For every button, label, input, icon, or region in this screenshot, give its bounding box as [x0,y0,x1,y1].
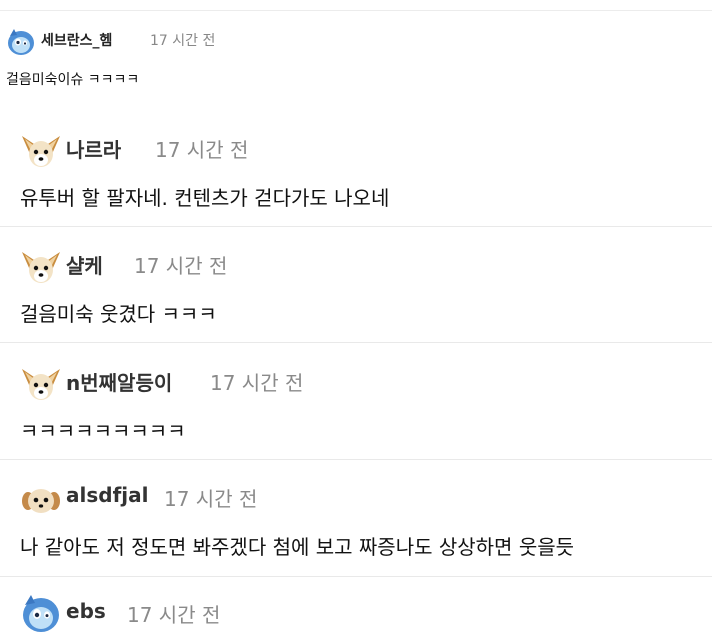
divider [0,342,712,343]
fox-dog-avatar-icon[interactable] [20,130,62,172]
comment: 세브란스_헴 17 시간 전 걸음미숙이슈 ㅋㅋㅋㅋ [0,24,712,94]
fox-dog-avatar-icon[interactable] [20,246,62,288]
comment: 샬케 17 시간 전 걸음미숙 웃겼다 ㅋㅋㅋ [0,240,712,330]
comment-thread: 세브란스_헴 17 시간 전 걸음미숙이슈 ㅋㅋㅋㅋ 나르라 17 시간 전 유… [0,0,712,639]
comment-timestamp: 17 시간 전 [134,254,228,278]
comment-text: 걸음미숙 웃겼다 ㅋㅋㅋ [20,302,217,326]
comment-timestamp: 17 시간 전 [164,487,258,511]
comment-text: 유투버 할 팔자네. 컨텐츠가 걷다가도 나오네 [20,186,390,210]
comment-author[interactable]: 세브란스_헴 [41,30,112,50]
comment-timestamp: 17 시간 전 [127,603,221,627]
comment-text: ㅋㅋㅋㅋㅋㅋㅋㅋㅋ [20,419,186,443]
comment-timestamp: 17 시간 전 [155,138,249,162]
comment-author[interactable]: ebs [66,599,106,623]
comment-timestamp: 17 시간 전 [150,33,216,49]
comment-author[interactable]: n번째알등이 [66,367,172,396]
comment: alsdfjal 17 시간 전 나 같아도 저 정도면 봐주겠다 첨에 보고 … [0,473,712,563]
comment-timestamp: 17 시간 전 [210,371,304,395]
fox-dog-avatar-icon[interactable] [20,363,62,405]
divider [0,576,712,577]
comment-author[interactable]: 나르라 [66,134,121,163]
divider [0,226,712,227]
comment-text: 나 같아도 저 정도면 봐주겠다 첨에 보고 짜증나도 상상하면 웃을듯 [20,535,575,559]
divider [0,459,712,460]
puppy-avatar-icon[interactable] [20,479,62,521]
comment-author[interactable]: 샬케 [66,250,103,279]
divider [0,10,712,11]
blue-creature-avatar-icon[interactable] [6,26,36,56]
comment: 나르라 17 시간 전 유투버 할 팔자네. 컨텐츠가 걷다가도 나오네 [0,124,712,214]
blue-creature-avatar-icon[interactable] [20,591,62,633]
comment: n번째알등이 17 시간 전 ㅋㅋㅋㅋㅋㅋㅋㅋㅋ [0,357,712,447]
comment-author[interactable]: alsdfjal [66,483,148,507]
comment: ebs 17 시간 전 [0,589,712,639]
comment-text: 걸음미숙이슈 ㅋㅋㅋㅋ [6,72,140,88]
